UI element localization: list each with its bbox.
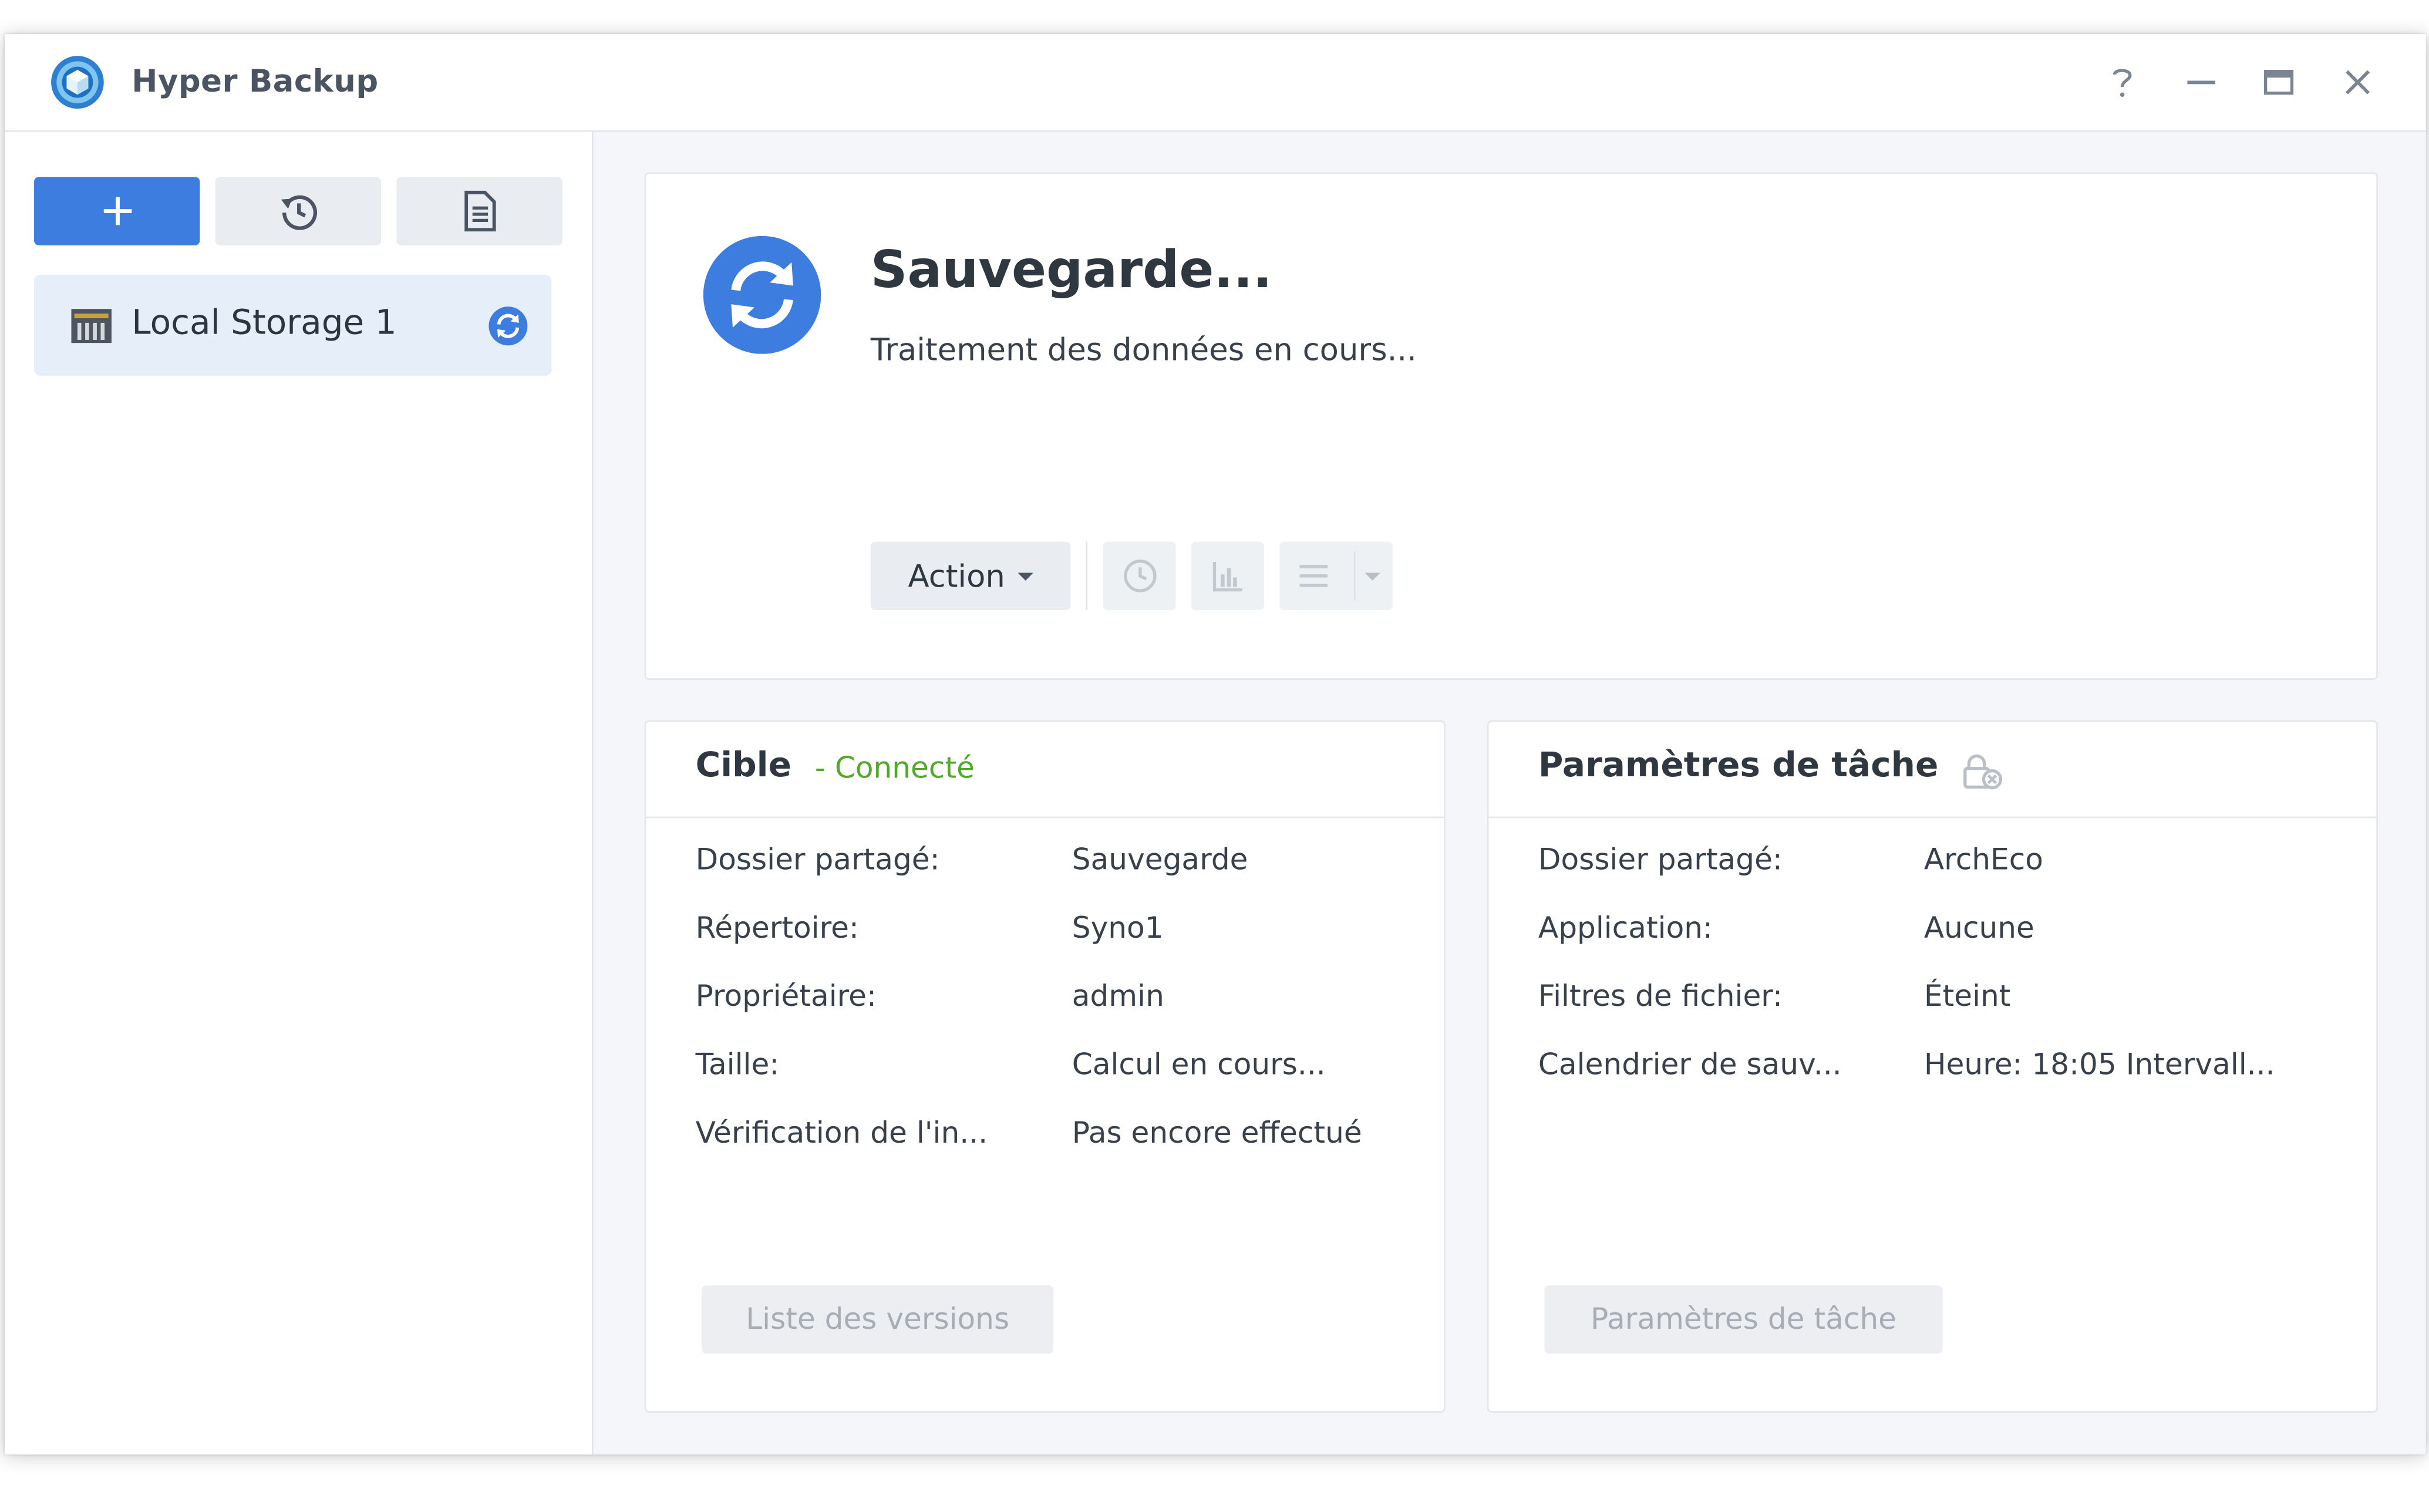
app-title: Hyper Backup xyxy=(132,62,379,100)
task-settings-title: Paramètres de tâche xyxy=(1538,746,1939,786)
more-options-button[interactable] xyxy=(1279,541,1393,610)
target-value-size: Calcul en cours... xyxy=(1072,1048,1326,1082)
schedule-icon xyxy=(1123,560,1156,592)
status-title: Sauvegarde... xyxy=(870,239,1272,300)
connection-status: - Connecté xyxy=(814,751,975,786)
backup-log-button[interactable] xyxy=(396,177,562,245)
hyper-backup-logo-icon xyxy=(51,56,104,109)
chevron-down-icon xyxy=(1365,573,1380,581)
target-title: Cible xyxy=(695,746,791,786)
task-settings-card: Paramètres de tâche Dossier partagé: Arc… xyxy=(1487,720,2378,1413)
task-item-local-storage[interactable]: Local Storage 1 xyxy=(34,274,552,376)
params-value-application: Aucune xyxy=(1923,911,2034,946)
params-label-file-filters: Filtres de fichier: xyxy=(1538,979,1783,1014)
task-settings-card-header: Paramètres de tâche xyxy=(1488,722,2377,819)
task-settings-button[interactable]: Paramètres de tâche xyxy=(1544,1285,1943,1354)
minimize-icon xyxy=(2187,80,2215,85)
hyper-backup-window: Hyper Backup Local Storage 1 Sauvegarde.… xyxy=(4,34,2426,1455)
target-value-integrity-check: Pas encore effectué xyxy=(1072,1116,1362,1150)
syncing-icon xyxy=(489,307,528,346)
title-bar: Hyper Backup xyxy=(4,34,2426,132)
split-divider xyxy=(1353,551,1356,601)
log-icon xyxy=(463,190,496,232)
toolbar-divider xyxy=(1086,541,1088,610)
maximize-icon xyxy=(2264,69,2294,95)
params-label-application: Application: xyxy=(1538,911,1713,946)
statistics-icon xyxy=(1212,562,1242,592)
action-dropdown-button[interactable]: Action xyxy=(870,541,1071,610)
target-value-directory: Syno1 xyxy=(1072,911,1164,946)
list-icon xyxy=(1299,565,1328,587)
backup-in-progress-icon xyxy=(703,235,821,354)
restore-history-button[interactable] xyxy=(215,177,382,245)
backup-status-card: Sauvegarde... Traitement des données en … xyxy=(644,172,2378,680)
target-value-owner: admin xyxy=(1072,979,1164,1014)
close-button[interactable] xyxy=(2334,59,2381,105)
action-label: Action xyxy=(908,557,1005,595)
target-label-size: Taille: xyxy=(695,1048,780,1082)
screenshot: Hyper Backup Local Storage 1 Sauvegarde.… xyxy=(0,0,2429,1512)
params-label-shared-folder: Dossier partagé: xyxy=(1538,843,1783,877)
target-label-owner: Propriétaire: xyxy=(695,979,877,1014)
add-task-button[interactable] xyxy=(34,177,200,245)
chevron-down-icon xyxy=(1017,572,1033,580)
target-value-shared-folder: Sauvegarde xyxy=(1072,843,1248,877)
target-card: Cible - Connecté Dossier partagé: Sauveg… xyxy=(644,720,1446,1413)
version-list-button[interactable]: Liste des versions xyxy=(702,1285,1054,1354)
task-label: Local Storage 1 xyxy=(132,304,397,344)
schedule-button[interactable] xyxy=(1103,541,1176,610)
params-value-shared-folder: ArchEco xyxy=(1923,843,2043,877)
storage-icon xyxy=(71,309,112,344)
params-label-schedule: Calendrier de sauv... xyxy=(1538,1048,1842,1082)
target-label-directory: Répertoire: xyxy=(695,911,859,946)
help-button[interactable] xyxy=(2099,59,2145,105)
encryption-lock-icon xyxy=(1963,754,2003,790)
minimize-button[interactable] xyxy=(2178,59,2225,105)
params-value-file-filters: Éteint xyxy=(1923,979,2011,1014)
close-icon xyxy=(2346,70,2370,95)
statistics-button[interactable] xyxy=(1191,541,1264,610)
add-icon xyxy=(103,197,131,225)
history-icon xyxy=(280,195,316,230)
target-label-integrity-check: Vérification de l'in... xyxy=(695,1116,988,1150)
maximize-button[interactable] xyxy=(2256,59,2302,105)
sidebar: Local Storage 1 xyxy=(4,132,594,1455)
target-label-shared-folder: Dossier partagé: xyxy=(695,843,940,877)
help-icon xyxy=(2113,69,2132,97)
params-value-schedule: Heure: 18:05 Intervall... xyxy=(1923,1048,2275,1082)
target-card-header: Cible - Connecté xyxy=(646,722,1444,819)
status-subtitle: Traitement des données en cours... xyxy=(870,331,1417,368)
